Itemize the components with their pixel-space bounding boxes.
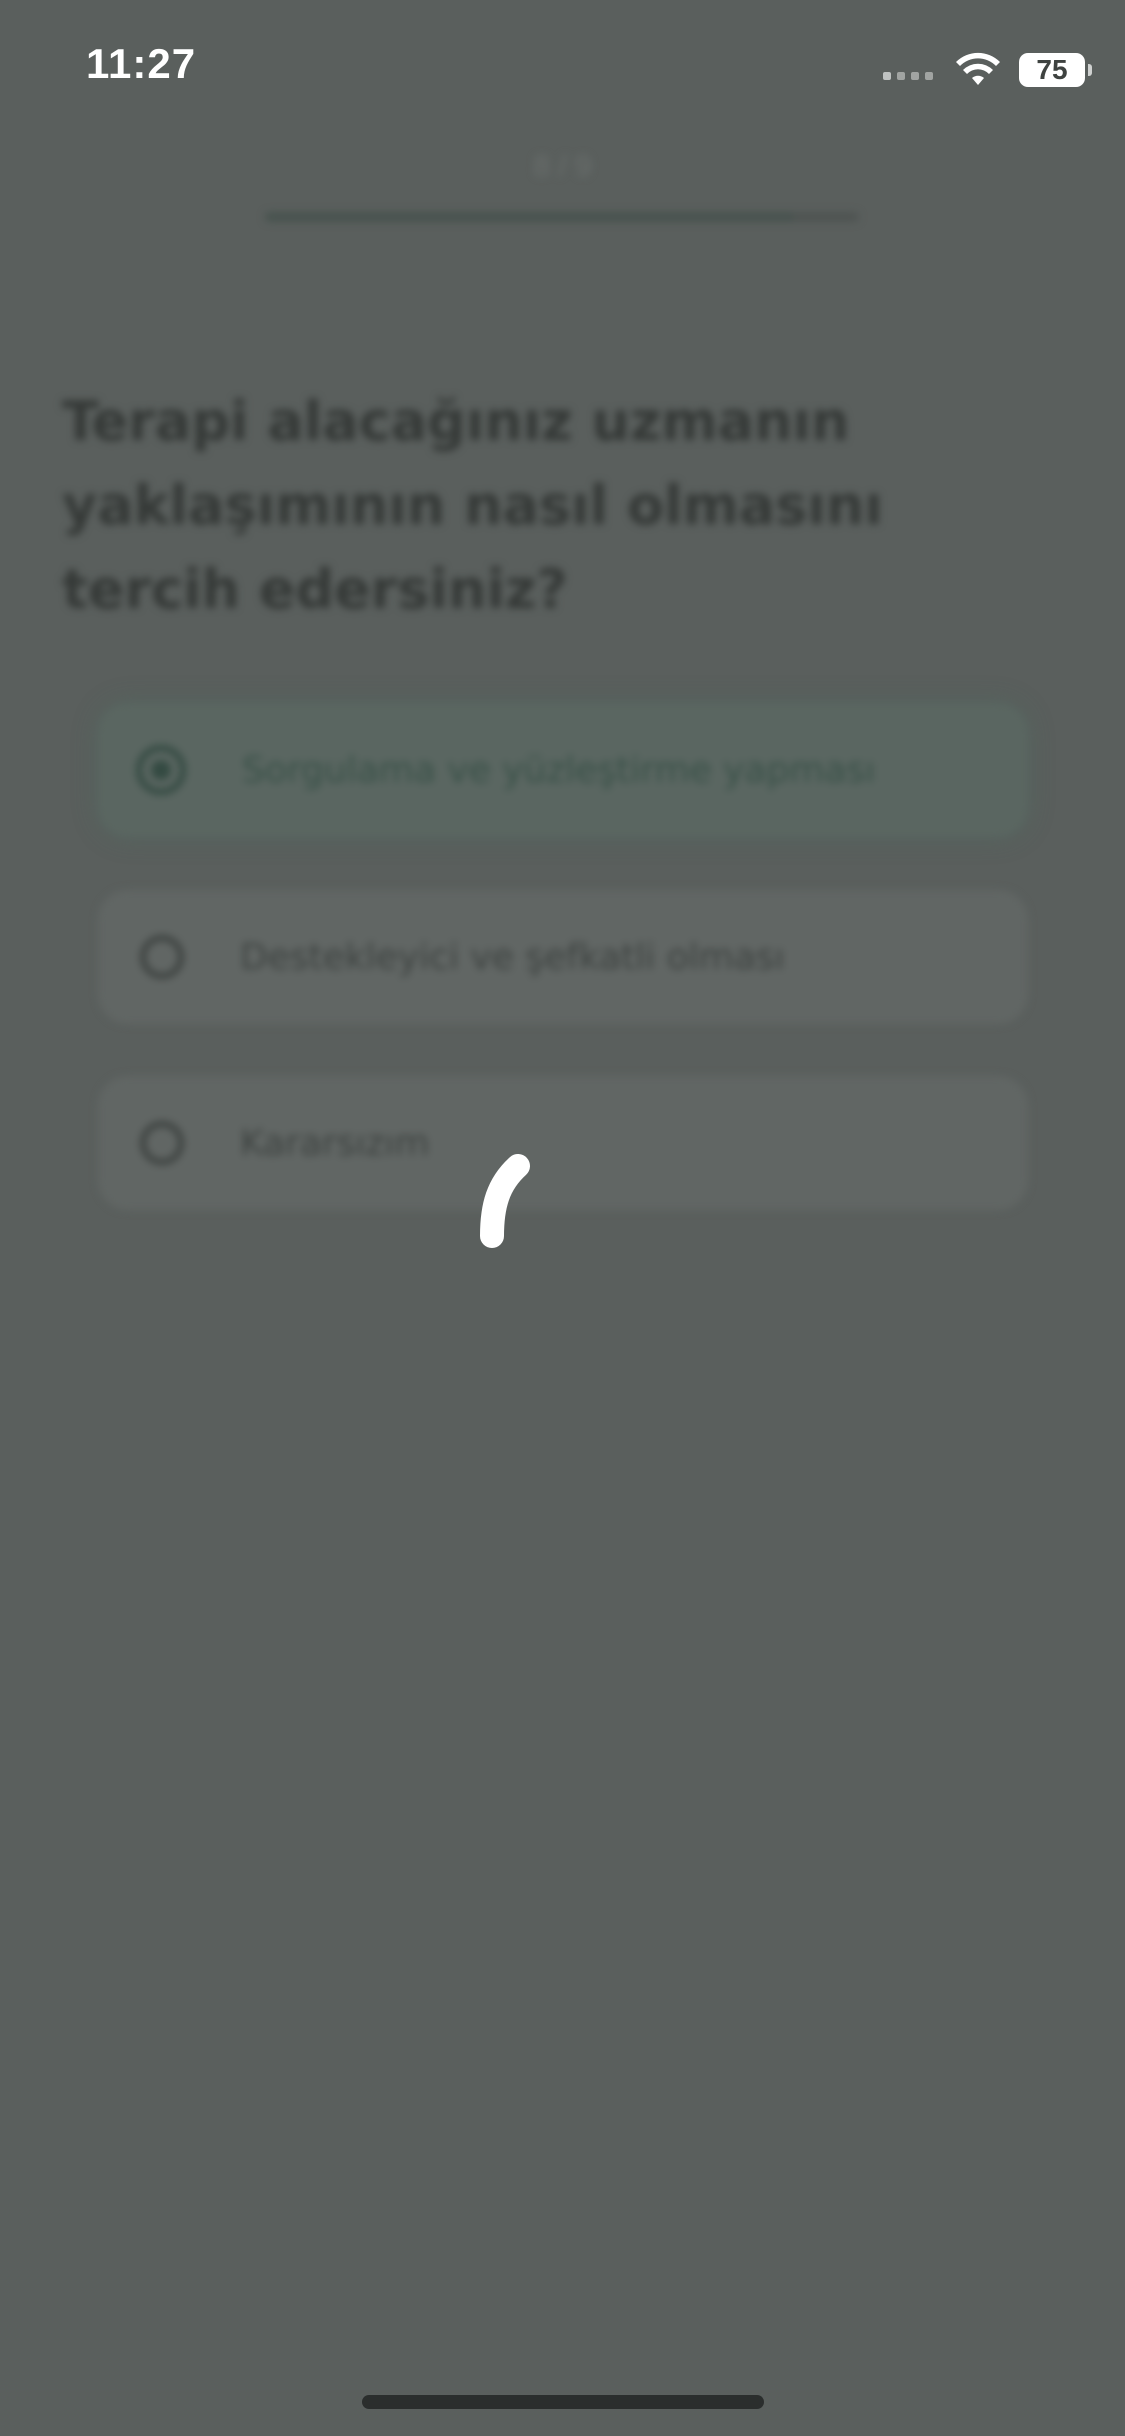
option-label: Kararsızım [240,1122,430,1164]
option-label: Destekleyici ve şefkatli olması [240,936,785,978]
status-icons: 75 [883,48,1092,92]
cellular-signal-icon [883,60,937,80]
step-current: 8 [533,150,550,183]
progress-bar [265,212,859,222]
step-total: 9 [575,150,592,183]
radio-unselected-icon[interactable] [140,935,184,979]
radio-unselected-icon[interactable] [140,1121,184,1165]
option-label: Sorgulama ve yüzleştirme yapması [242,749,876,791]
home-indicator[interactable] [362,2395,764,2409]
option-item[interactable]: Sorgulama ve yüzleştirme yapması [98,703,1028,837]
battery-level: 75 [1036,54,1068,85]
step-indicator: 8 / 9 [0,150,1125,184]
status-time: 11:27 [86,40,197,87]
wifi-icon [956,52,1000,85]
screen: 11:27 75 8 / 9 Terapi alacağınız uzmanın… [0,0,1125,2436]
question-title: Terapi alacağınız uzmanın yaklaşımının n… [62,390,883,621]
status-bar: 11:27 75 [0,0,1125,140]
battery-icon: 75 [1019,53,1092,87]
option-item[interactable]: Destekleyici ve şefkatli olması [98,890,1028,1024]
option-item[interactable]: Kararsızım [98,1076,1028,1210]
loading-spinner-icon [480,1154,530,1248]
step-separator: / [558,150,567,183]
survey-content: 8 / 9 Terapi alacağınız uzmanın yaklaşım… [0,0,1125,2436]
progress-fill [265,212,794,222]
radio-selected-icon[interactable] [136,745,186,795]
